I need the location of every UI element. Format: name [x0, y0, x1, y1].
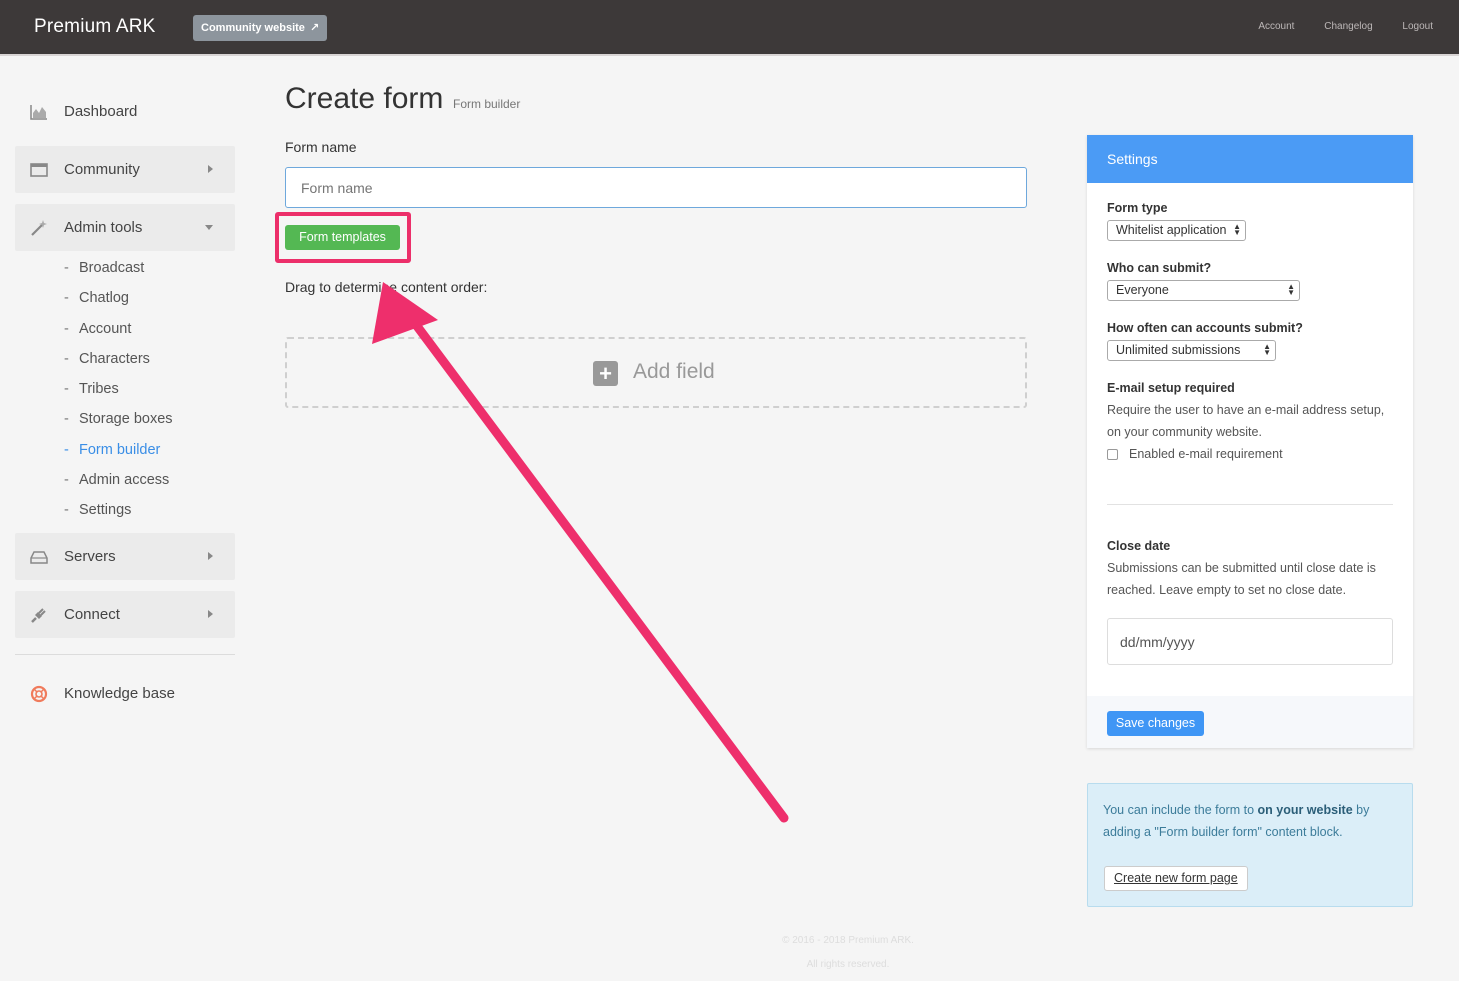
chart-area-icon: [30, 105, 47, 120]
close-date-description: Submissions can be submitted until close…: [1107, 561, 1376, 597]
close-date-label: Close date: [1107, 539, 1171, 553]
window-icon: [30, 163, 48, 177]
email-setup-label: E-mail setup required: [1107, 381, 1235, 395]
sidebar-item-label: Connect: [64, 606, 120, 623]
admin-tools-submenu: - Broadcast - Chatlog - Account - Characters…: [64, 258, 173, 531]
info-alert: You can include the form to on your webs…: [1087, 783, 1413, 907]
sidebar-bottom: Knowledge base: [15, 670, 235, 728]
select-arrows-icon: ▲ ▼: [1287, 282, 1295, 297]
external-link-icon: ↗: [306, 22, 320, 34]
sidebar-item-label: Knowledge base: [64, 685, 175, 702]
footer-rights: All rights reserved.: [806, 959, 890, 970]
email-requirement-checkbox[interactable]: [1107, 449, 1118, 460]
page-footer: © 2016 - 2018 Premium ARK. All rights re…: [0, 929, 1459, 977]
form-type-value: Whitelist application: [1116, 223, 1227, 237]
submenu-label: Form builder: [79, 441, 161, 458]
save-changes-button[interactable]: Save changes: [1107, 711, 1204, 736]
submenu-label: Account: [79, 320, 132, 337]
submit-frequency-label: How often can accounts submit?: [1107, 321, 1303, 335]
submenu-label: Admin access: [79, 472, 170, 489]
footer-copyright: © 2016 - 2018 Premium ARK.: [782, 935, 914, 946]
form-name-input[interactable]: [285, 167, 1027, 208]
email-setup-description: Require the user to have an e-mail addre…: [1107, 403, 1385, 439]
submenu-label: Chatlog: [79, 290, 129, 307]
who-can-submit-label: Who can submit?: [1107, 261, 1212, 275]
add-field-dropzone[interactable]: + Add field: [285, 337, 1027, 408]
nav-account-link[interactable]: Account: [1258, 21, 1294, 32]
submenu-item-chatlog[interactable]: - Chatlog: [64, 288, 173, 318]
sidebar-item-connect[interactable]: Connect: [15, 591, 235, 638]
life-ring-icon: [30, 685, 48, 703]
create-form-page-button[interactable]: Create new form page: [1104, 866, 1248, 891]
submenu-item-storage-boxes[interactable]: - Storage boxes: [64, 409, 173, 439]
community-website-label: Community website: [201, 22, 305, 34]
sidebar-item-label: Servers: [64, 548, 116, 565]
brand-logo[interactable]: Premium ARK: [34, 16, 156, 38]
info-text: You can include the form to on your webs…: [1103, 799, 1403, 843]
sidebar-item-admin-tools[interactable]: Admin tools: [15, 204, 235, 251]
drag-instruction-text: Drag to determine content order:: [285, 279, 488, 295]
sidebar-item-dashboard[interactable]: Dashboard: [15, 88, 235, 135]
sidebar: Dashboard Community Admin tools: [15, 88, 235, 262]
chevron-right-icon: [208, 165, 213, 173]
who-can-submit-select[interactable]: Everyone ▲ ▼: [1107, 280, 1300, 301]
add-field-label: Add field: [633, 360, 715, 383]
sidebar-lower: Servers Connect: [15, 533, 235, 649]
form-templates-button[interactable]: Form templates: [285, 225, 400, 250]
info-text-part: You can include the form to: [1103, 803, 1258, 817]
submenu-label: Settings: [79, 502, 132, 519]
page-title: Create form: [285, 82, 444, 115]
email-requirement-label: Enabled e-mail requirement: [1129, 447, 1283, 461]
settings-header: Settings: [1087, 135, 1413, 183]
submenu-item-admin-access[interactable]: - Admin access: [64, 470, 173, 500]
community-website-button[interactable]: Community website ↗: [193, 15, 328, 41]
settings-panel: Settings Form type Whitelist application…: [1087, 135, 1413, 748]
chevron-right-icon: [208, 610, 213, 618]
sidebar-item-servers[interactable]: Servers: [15, 533, 235, 580]
nav-changelog-link[interactable]: Changelog: [1324, 21, 1372, 32]
submenu-label: Storage boxes: [79, 411, 173, 428]
nav-logout-link[interactable]: Logout: [1402, 21, 1433, 32]
submenu-label: Characters: [79, 350, 150, 367]
submenu-item-account[interactable]: - Account: [64, 319, 173, 349]
sidebar-item-community[interactable]: Community: [15, 146, 235, 193]
sidebar-item-knowledge-base[interactable]: Knowledge base: [15, 670, 235, 717]
chevron-right-icon: [208, 552, 213, 560]
hard-drive-icon: [30, 551, 48, 564]
select-arrows-icon: ▲ ▼: [1233, 222, 1241, 237]
form-type-label: Form type: [1107, 201, 1168, 215]
sidebar-item-label: Community: [64, 161, 140, 178]
submenu-item-form-builder[interactable]: - Form builder: [64, 440, 173, 470]
sidebar-item-label: Admin tools: [64, 219, 143, 236]
sidebar-item-label: Dashboard: [64, 103, 138, 120]
plus-square-icon: +: [593, 361, 618, 386]
close-date-input[interactable]: dd/mm/yyyy: [1107, 618, 1393, 665]
settings-footer: Save changes: [1087, 696, 1413, 748]
submit-frequency-value: Unlimited submissions: [1116, 343, 1241, 357]
submenu-label: Tribes: [79, 381, 119, 398]
submit-frequency-select[interactable]: Unlimited submissions ▲ ▼: [1107, 340, 1276, 361]
settings-divider: [1107, 504, 1393, 505]
info-text-bold: on your website: [1257, 803, 1353, 817]
submenu-item-settings[interactable]: - Settings: [64, 500, 173, 530]
form-type-select[interactable]: Whitelist application ▲ ▼: [1107, 220, 1246, 241]
sidebar-divider: [15, 654, 235, 655]
submenu-item-tribes[interactable]: - Tribes: [64, 379, 173, 409]
select-arrows-icon: ▲ ▼: [1263, 342, 1271, 357]
who-can-submit-value: Everyone: [1116, 283, 1169, 297]
top-navbar: Premium ARK Community website ↗ Account …: [0, 0, 1459, 56]
top-nav: Account Changelog Logout: [1231, 21, 1433, 32]
submenu-item-broadcast[interactable]: - Broadcast: [64, 258, 173, 288]
submenu-item-characters[interactable]: - Characters: [64, 349, 173, 379]
magic-wand-icon: [31, 220, 47, 236]
page-subtitle: Form builder: [453, 97, 521, 111]
submenu-label: Broadcast: [79, 260, 145, 276]
chevron-down-icon: [205, 225, 213, 230]
form-name-label: Form name: [285, 139, 357, 155]
plug-icon: [31, 608, 46, 623]
